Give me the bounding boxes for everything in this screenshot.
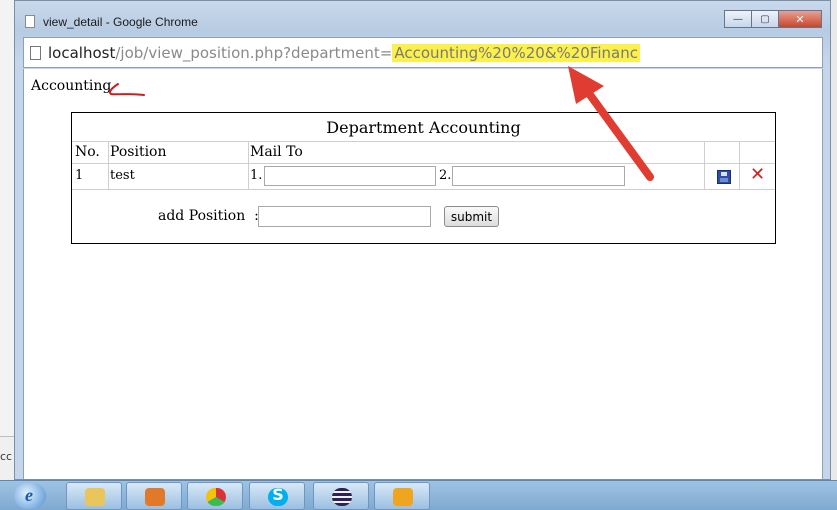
chrome-window: view_detail - Google Chrome — ▢ ✕ localh… — [14, 0, 831, 480]
grid-line — [72, 189, 775, 190]
chrome-icon[interactable] — [187, 482, 243, 510]
taskbar: e S — [0, 480, 837, 510]
ie-glyph: e — [25, 485, 33, 505]
add-position-label-text: add Position — [158, 208, 246, 224]
maximize-button[interactable]: ▢ — [751, 10, 778, 28]
address-bar[interactable]: localhost/job/view_position.php?departme… — [23, 37, 823, 68]
table-title: Department Accounting — [326, 118, 521, 137]
window-controls: — ▢ ✕ — [724, 10, 822, 28]
page-content: Accounting Department Accounting No. Pos… — [23, 69, 823, 479]
close-button[interactable]: ✕ — [778, 10, 822, 28]
outlook-icon[interactable] — [374, 482, 430, 510]
url-highlighted-query: Accounting%20%20&%20Financ — [392, 44, 641, 62]
window-title: view_detail - Google Chrome — [43, 15, 198, 29]
grid-line — [108, 141, 109, 189]
positions-table: Department Accounting No. Position Mail … — [71, 112, 776, 244]
eclipse-icon[interactable] — [313, 482, 369, 510]
url-path: /job/view_position.php?department= — [115, 44, 393, 62]
skype-icon[interactable]: S — [249, 482, 305, 510]
skype-letter: S — [272, 485, 284, 504]
mail2-prefix: 2. — [439, 168, 452, 183]
chrome-glyph — [206, 488, 226, 506]
grid-line — [72, 163, 775, 164]
grid-line — [248, 141, 249, 189]
add-position-input[interactable] — [258, 206, 431, 227]
header-position: Position — [110, 144, 167, 160]
mail-to-1-input[interactable] — [264, 166, 436, 186]
page-document-icon — [25, 15, 35, 28]
url-host: localhost — [48, 44, 116, 62]
page-icon — [30, 46, 41, 60]
mail-to-2-input[interactable] — [452, 166, 625, 186]
row-position: test — [110, 168, 135, 183]
header-mail-to: Mail To — [250, 144, 303, 160]
minimize-button[interactable]: — — [724, 10, 751, 28]
ie-icon[interactable]: e — [14, 483, 46, 509]
delete-icon[interactable]: ✕ — [750, 164, 765, 185]
add-position-label: add Position : — [158, 208, 259, 224]
background-text: cc — [0, 450, 13, 463]
grid-line — [72, 141, 775, 142]
row-no: 1 — [75, 168, 84, 183]
background-window-edge-right — [830, 0, 837, 480]
media-glyph — [145, 488, 165, 506]
media-player-icon[interactable] — [126, 482, 182, 510]
eclipse-glyph — [332, 488, 352, 506]
submit-button[interactable]: submit — [444, 206, 499, 227]
background-window-edge — [0, 0, 15, 480]
outlook-glyph — [393, 488, 413, 506]
grid-line — [739, 141, 740, 189]
department-label: Accounting — [31, 78, 112, 94]
explorer-icon[interactable] — [66, 482, 122, 510]
mail1-prefix: 1. — [250, 168, 263, 183]
grid-line — [704, 141, 705, 189]
save-icon[interactable] — [717, 170, 731, 184]
url-text[interactable]: localhost/job/view_position.php?departme… — [48, 44, 641, 62]
header-no: No. — [75, 144, 100, 160]
folder-glyph — [85, 488, 105, 506]
